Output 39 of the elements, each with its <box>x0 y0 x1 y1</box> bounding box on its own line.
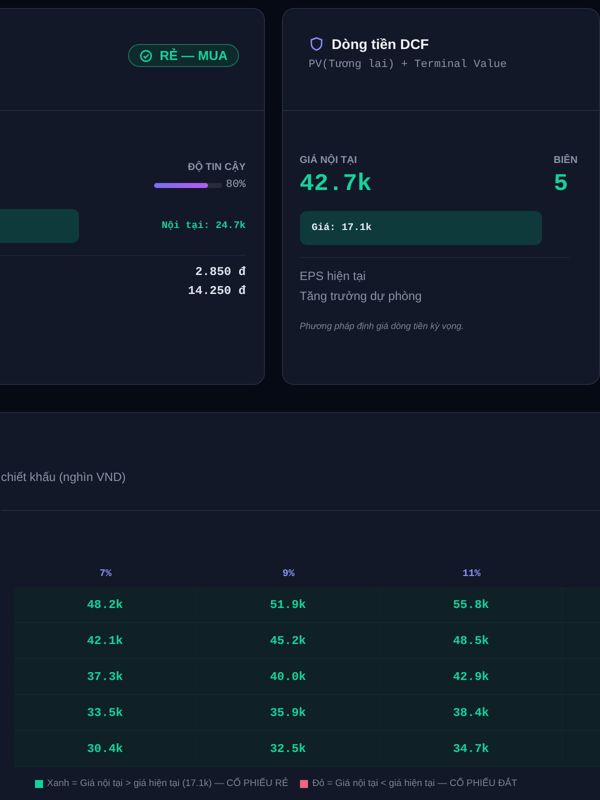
table-cell: 45.2k <box>197 623 380 658</box>
table-cell: 55.8k <box>380 587 563 622</box>
table-cell: 30.4k <box>14 731 197 766</box>
legend-text: Xanh = Giá nội tại > giá hiện tại (17.1k) — CỔ PHIẾU RẺ <box>47 778 288 789</box>
table-cell: 34.7k <box>380 731 563 766</box>
method-footnote: Phương pháp định giá dòng tiền kỳ vọng. <box>300 321 465 331</box>
stat-label: BIÊN <box>554 155 578 166</box>
column-header: 11% <box>461 568 482 580</box>
metric-label: EPS hiện tại <box>300 269 367 283</box>
stat-value: 42.7k <box>300 171 373 198</box>
table-subtitle: chiết khấu (nghìn VND) <box>1 470 126 484</box>
table-cell: 42.1k <box>14 623 197 658</box>
price-note: Giá: 17.1k <box>312 222 372 234</box>
formula-subtitle: PV(Tương lai) + Terminal Value <box>308 59 508 71</box>
table-cell: 37.3k <box>14 659 197 694</box>
shield-icon <box>308 36 324 52</box>
stat-value: 5 <box>554 171 568 198</box>
legend-text: Đỏ = Giá nội tại < giá hiện tại — CỔ PHIẾU ĐẮT <box>312 778 518 789</box>
card-title: Dòng tiền DCF <box>332 36 429 52</box>
table-cell: 32.5k <box>197 731 380 766</box>
table-cell: 42.9k <box>380 659 563 694</box>
stat-label: GIÁ NỘI TẠI <box>300 155 358 166</box>
verdict-label: RẺ — MUA <box>160 48 228 63</box>
metric-label: Tăng trưởng dự phòng <box>300 289 423 303</box>
table-cell: 35.9k <box>197 695 380 730</box>
check-circle-icon <box>138 48 153 62</box>
table-cell: 48.5k <box>380 623 563 658</box>
table-cell: 33.5k <box>14 695 197 730</box>
column-header: 7% <box>98 568 112 580</box>
table-cell: 51.9k <box>197 587 380 622</box>
table-cell: 40.0k <box>197 659 380 694</box>
intrinsic-note: Nội tại: 24.7k <box>162 220 246 232</box>
confidence-label: ĐỘ TIN CẬY <box>188 162 246 173</box>
metric-value: 2.850 đ <box>195 265 246 279</box>
table-cell: 48.2k <box>14 587 197 622</box>
confidence-reading: 80% <box>226 179 246 191</box>
metric-value: 14.250 đ <box>188 284 246 298</box>
column-header: 9% <box>281 568 296 580</box>
table-cell: 38.4k <box>380 695 563 730</box>
